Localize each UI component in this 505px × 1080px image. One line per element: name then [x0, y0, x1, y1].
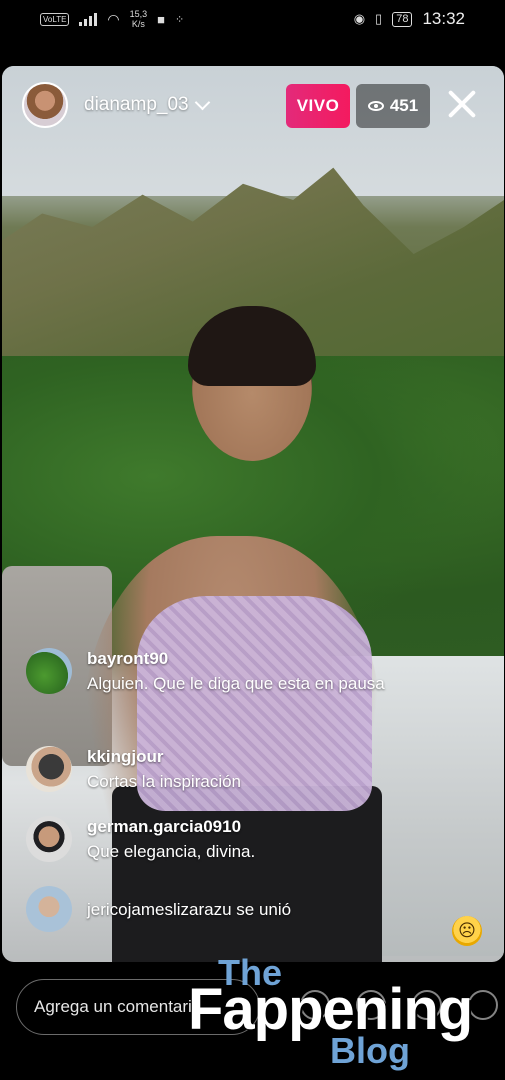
comment-text: Alguien. Que le diga que esta en pausa	[87, 674, 385, 693]
commenter-avatar[interactable]	[26, 648, 72, 694]
speed-unit: K/s	[131, 19, 145, 29]
comment-username[interactable]: bayront90	[87, 648, 387, 670]
close-icon[interactable]	[444, 86, 480, 122]
vibrate-icon: ▯	[375, 11, 383, 26]
signal-icon	[79, 12, 98, 26]
host-avatar[interactable]	[22, 82, 68, 128]
viewer-count: 451	[389, 96, 419, 115]
joiner-avatar[interactable]	[26, 886, 72, 932]
join-notice: jericojameslizarazu se unió	[26, 886, 291, 932]
comment-item: german.garcia0910 Que elegancia, divina.	[26, 816, 406, 865]
comment-text: Cortas la inspiración	[87, 772, 242, 791]
speed-value: 15,3	[129, 9, 148, 19]
comment-username[interactable]: german.garcia0910	[87, 816, 255, 838]
battery-indicator: 78	[392, 11, 413, 27]
eye-icon	[367, 101, 384, 111]
commenter-avatar[interactable]	[26, 746, 72, 792]
commenter-avatar[interactable]	[26, 816, 72, 862]
clock: 13:32	[422, 9, 465, 28]
comment-item: kkingjour Cortas la inspiración	[26, 746, 406, 795]
viewer-count-badge[interactable]: 451	[356, 84, 430, 128]
video-camera-icon: ■	[157, 11, 166, 27]
video-person-pants	[112, 786, 382, 962]
emoji-reaction-icon[interactable]: ☹	[452, 916, 482, 946]
network-speed: 15,3 K/s	[130, 9, 148, 29]
chevron-down-icon[interactable]	[194, 94, 210, 110]
comment-item: bayront90 Alguien. Que le diga que esta …	[26, 648, 406, 697]
wifi-icon: ◠	[107, 10, 120, 27]
watermark-logo: The Fappening Blog	[188, 948, 498, 1072]
volte-indicator: VoLTE	[40, 12, 70, 26]
eye-comfort-icon: ◉	[353, 11, 366, 26]
host-username[interactable]: dianamp_03	[84, 94, 189, 116]
join-notice-text: jericojameslizarazu se unió	[87, 899, 292, 919]
live-badge: VIVO	[286, 84, 350, 128]
notification-dots-icon: ⁘	[175, 13, 185, 26]
comment-text: Que elegancia, divina.	[87, 842, 256, 861]
live-header: dianamp_03 VIVO 451	[22, 82, 482, 128]
comment-username[interactable]: kkingjour	[87, 746, 241, 768]
status-bar: VoLTE ◠ 15,3 K/s ■ ⁘ ◉ ▯ 78 13:32	[0, 0, 505, 38]
watermark-line3: Blog	[330, 1030, 410, 1071]
